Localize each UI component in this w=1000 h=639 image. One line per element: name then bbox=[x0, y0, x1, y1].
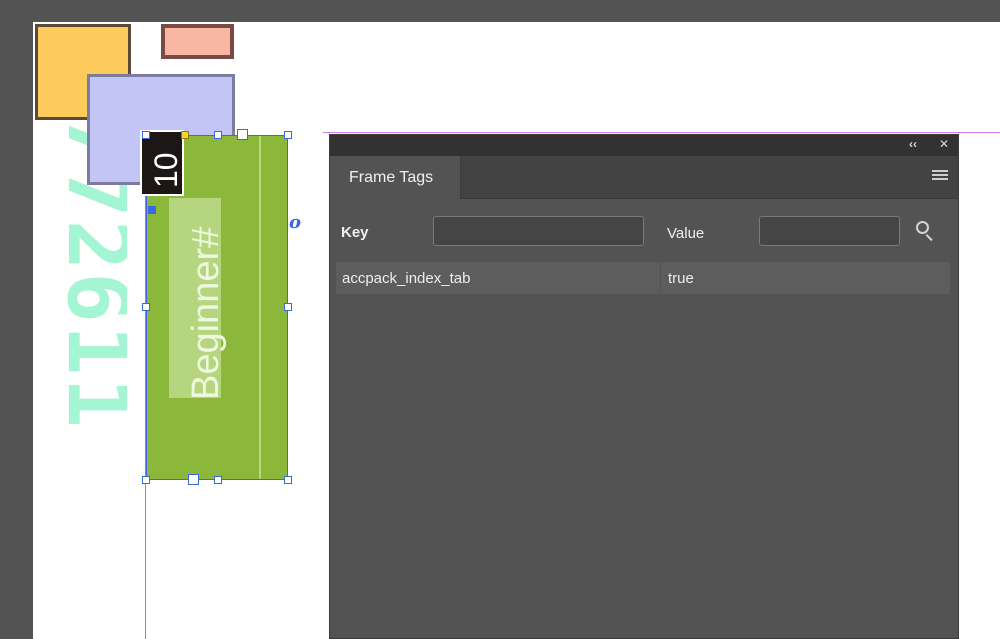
number-badge[interactable]: 10 bbox=[140, 130, 184, 196]
tag-value-cell: true bbox=[668, 270, 694, 287]
horizontal-guide[interactable] bbox=[323, 132, 1000, 133]
column-divider bbox=[660, 262, 661, 294]
key-label: Key bbox=[341, 224, 369, 241]
frame-marker: o bbox=[289, 212, 302, 233]
key-input[interactable] bbox=[433, 216, 644, 246]
selection-handle-bottom-center[interactable] bbox=[188, 474, 199, 485]
value-label: Value bbox=[667, 225, 705, 242]
selection-handle-top-left[interactable] bbox=[142, 131, 150, 139]
number-badge-text: 10 bbox=[148, 152, 184, 188]
tab-label-frame[interactable]: Beginner# bbox=[182, 198, 232, 400]
value-input[interactable] bbox=[759, 216, 900, 246]
selection-handle-top-right[interactable] bbox=[284, 131, 292, 139]
tag-search-row: Key Value bbox=[330, 198, 958, 260]
selection-handle-middle-left[interactable] bbox=[142, 303, 150, 311]
search-icon[interactable] bbox=[915, 220, 937, 242]
double-chevron-left-icon[interactable]: ‹‹ bbox=[909, 137, 917, 151]
panel-tab-strip: Frame Tags bbox=[330, 156, 958, 199]
tab-inner-line bbox=[259, 136, 261, 479]
panel-title-bar[interactable]: ‹‹ ✕ bbox=[330, 135, 958, 156]
hamburger-menu-icon[interactable] bbox=[932, 170, 948, 184]
frame-tags-panel: ‹‹ ✕ Frame Tags Key Value accpack_index_… bbox=[329, 134, 959, 639]
tab-label-text: Beginner# bbox=[185, 226, 227, 400]
selection-handle-anchor[interactable] bbox=[148, 206, 156, 214]
selection-handle-bottom-mid-right[interactable] bbox=[214, 476, 222, 484]
selection-handle-middle-right[interactable] bbox=[284, 303, 292, 311]
selection-handle-top-mid-left[interactable] bbox=[214, 131, 222, 139]
close-icon[interactable]: ✕ bbox=[939, 137, 949, 151]
tab-frame-tags-label: Frame Tags bbox=[349, 169, 434, 186]
selection-handle-bottom-left[interactable] bbox=[142, 476, 150, 484]
salmon-rectangle[interactable] bbox=[161, 24, 234, 59]
selection-handle-bottom-right[interactable] bbox=[284, 476, 292, 484]
tab-frame-tags[interactable]: Frame Tags bbox=[330, 156, 461, 199]
table-row[interactable]: accpack_index_tab true bbox=[336, 262, 950, 294]
selection-handle-content-grabber[interactable] bbox=[181, 131, 189, 139]
tag-key-cell: accpack_index_tab bbox=[342, 270, 471, 287]
selection-handle-top-center[interactable] bbox=[237, 129, 248, 140]
